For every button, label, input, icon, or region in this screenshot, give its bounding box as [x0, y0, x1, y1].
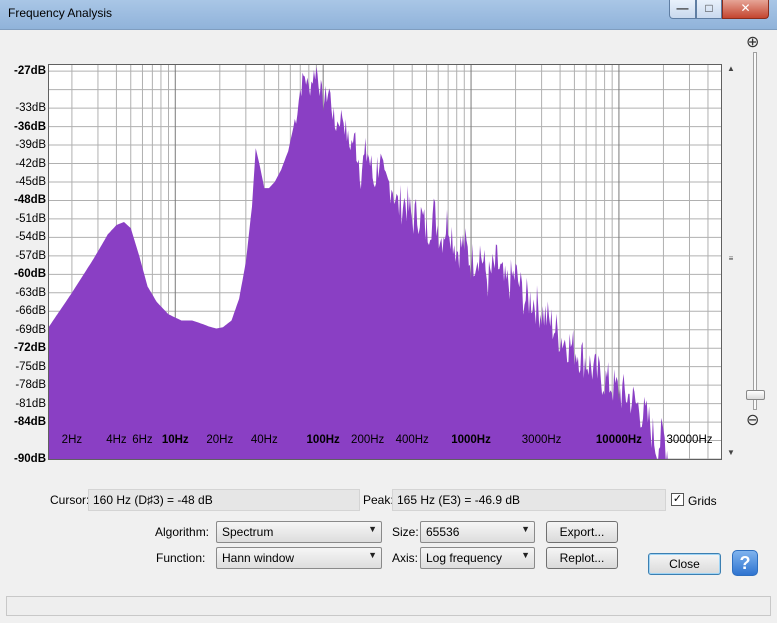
db-tick-label: -63dB — [15, 286, 46, 299]
window-title: Frequency Analysis — [8, 6, 113, 20]
hz-tick-label: 3000Hz — [521, 434, 562, 446]
close-icon: ✕ — [740, 1, 751, 15]
hz-tick-label: 40Hz — [250, 434, 278, 446]
size-value: 65536 — [426, 525, 460, 539]
chevron-down-icon: ▼ — [368, 524, 377, 534]
chevron-down-icon: ▼ — [521, 550, 530, 560]
help-icon: ? — [739, 553, 751, 573]
hz-tick-label: 20Hz — [206, 434, 234, 446]
spectrum-svg — [49, 65, 721, 459]
minimize-button[interactable]: — — [669, 0, 696, 19]
size-select[interactable]: 65536 ▼ — [420, 521, 535, 543]
peak-readout: 165 Hz (E3) = -46.9 dB — [392, 489, 666, 511]
dialog-body: -27dB -33dB -36dB -39dB -42dB -45dB -48dB -51dB… — [0, 30, 777, 623]
grids-label: Grids — [688, 494, 717, 508]
hz-tick-label: 200Hz — [351, 434, 385, 446]
export-button[interactable]: Export... — [546, 521, 618, 543]
scroll-up-icon[interactable]: ▲ — [724, 64, 738, 73]
db-tick-label: -57dB — [15, 249, 46, 262]
peak-label: Peak: — [363, 493, 394, 507]
hz-tick-label: 6Hz — [132, 434, 153, 446]
algorithm-label: Algorithm: — [155, 525, 210, 539]
title-bar: Frequency Analysis — □ ✕ — [0, 0, 777, 30]
db-tick-label: -78dB — [15, 379, 46, 392]
hz-tick-label: 2Hz — [61, 434, 83, 446]
db-tick-label: -51dB — [15, 212, 46, 225]
function-label: Function: — [156, 551, 206, 565]
db-tick-label: -45dB — [15, 175, 46, 188]
cursor-label: Cursor: — [50, 493, 90, 507]
hz-tick-label: 400Hz — [395, 434, 429, 446]
db-tick-label: -81dB — [15, 397, 46, 410]
hz-tick-label: 10000Hz — [595, 434, 642, 446]
db-tick-label: -48dB — [14, 194, 46, 207]
hz-tick-label: 1000Hz — [451, 434, 491, 446]
grids-checkbox[interactable]: ✓ — [671, 493, 684, 506]
db-tick-label: -60dB — [14, 268, 46, 281]
axis-value: Log frequency — [426, 551, 503, 565]
function-select[interactable]: Hann window ▼ — [216, 547, 382, 569]
close-window-button[interactable]: ✕ — [722, 0, 769, 19]
replot-button[interactable]: Replot... — [546, 547, 618, 569]
zoom-in-icon[interactable]: ⊕ — [746, 32, 759, 52]
hz-tick-label: 30000Hz — [666, 434, 713, 446]
db-tick-label: -42dB — [15, 157, 46, 170]
zoom-slider[interactable]: ⊕ ⊖ — [742, 30, 768, 430]
chevron-down-icon: ▼ — [368, 550, 377, 560]
close-button[interactable]: Close — [648, 553, 721, 575]
algorithm-value: Spectrum — [222, 525, 274, 539]
peak-value: 165 Hz (E3) = -46.9 dB — [397, 493, 521, 507]
db-tick-label: -54dB — [15, 231, 46, 244]
size-label: Size: — [392, 525, 419, 539]
zoom-out-icon[interactable]: ⊖ — [746, 410, 759, 430]
help-button[interactable]: ? — [732, 550, 758, 576]
hz-tick-label: 10Hz — [161, 434, 189, 446]
db-tick-label: -72dB — [14, 342, 46, 355]
zoom-slider-track[interactable] — [753, 52, 757, 410]
db-tick-label: -66dB — [15, 305, 46, 318]
db-tick-label: -27dB — [14, 65, 46, 78]
db-tick-label: -84dB — [14, 416, 46, 429]
maximize-icon: □ — [705, 1, 713, 15]
scroll-down-icon[interactable]: ▼ — [724, 448, 738, 457]
zoom-slider-thumb[interactable] — [746, 390, 765, 400]
hz-tick-label: 4Hz — [106, 434, 127, 446]
cursor-value: 160 Hz (D♯3) = -48 dB — [93, 493, 213, 507]
db-tick-label: -75dB — [15, 360, 46, 373]
vertical-scrollbar[interactable]: ▲ ≡ ▼ — [724, 64, 738, 460]
minimize-icon: — — [676, 1, 689, 15]
maximize-button[interactable]: □ — [696, 0, 722, 19]
db-tick-label: -33dB — [15, 102, 46, 115]
db-tick-label: -39dB — [15, 139, 46, 152]
scroll-thumb[interactable]: ≡ — [726, 254, 736, 270]
status-bar — [6, 596, 771, 616]
hz-tick-label: 100Hz — [306, 434, 340, 446]
chevron-down-icon: ▼ — [521, 524, 530, 534]
axis-select[interactable]: Log frequency ▼ — [420, 547, 535, 569]
algorithm-select[interactable]: Spectrum ▼ — [216, 521, 382, 543]
function-value: Hann window — [222, 551, 295, 565]
axis-label: Axis: — [392, 551, 419, 565]
db-tick-label: -36dB — [14, 120, 46, 133]
db-tick-label: -69dB — [15, 323, 46, 336]
cursor-readout: 160 Hz (D♯3) = -48 dB — [88, 489, 360, 511]
spectrum-plot[interactable] — [48, 64, 722, 460]
db-tick-label: -90dB — [14, 453, 46, 465]
